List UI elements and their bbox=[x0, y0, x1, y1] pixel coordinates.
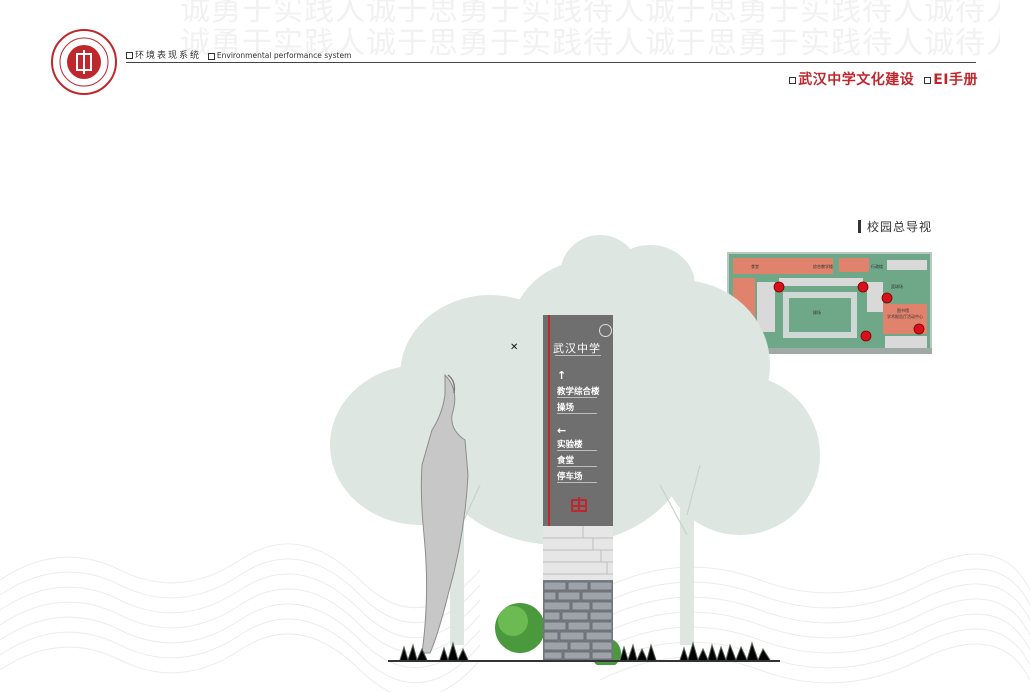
sign-destination: 实验楼 bbox=[557, 440, 583, 450]
arrow-up-icon: ↑ bbox=[557, 369, 567, 382]
map-label-hall: 学术报告厅活动中心 bbox=[887, 313, 923, 319]
manual-title-suffix: EI手册 bbox=[933, 72, 978, 88]
sign-destination-en bbox=[557, 397, 597, 398]
sign-destination: 停车场 bbox=[557, 472, 583, 482]
sign-destination: 操场 bbox=[557, 403, 575, 413]
sign-school-name-en bbox=[555, 355, 601, 356]
background-calligraphy-text: 诚勇于实践人诚于思勇于实践待人诚于思勇于实践待人诚待人诚于思勇于实践待人勇于实践 bbox=[180, 0, 1000, 28]
sign-destination-en bbox=[557, 482, 597, 483]
square-bullet-icon bbox=[126, 52, 133, 59]
sign-destination: 教学综合楼 bbox=[557, 387, 600, 397]
sign-destination-en bbox=[557, 450, 597, 451]
school-mark-icon bbox=[571, 497, 587, 512]
sign-destination-en bbox=[557, 466, 597, 467]
map-marker bbox=[857, 281, 869, 293]
square-bullet-icon bbox=[207, 52, 215, 60]
map-label-admin: 行政楼 bbox=[871, 263, 883, 269]
header-divider bbox=[126, 62, 976, 63]
wayfinding-signpost: 武汉中学 ↑ 教学综合楼 操场 ← 实验楼 食堂 停车场 bbox=[543, 315, 613, 526]
cross-marker-icon: ✕ bbox=[510, 342, 519, 353]
section-marker-icon bbox=[858, 220, 861, 233]
sign-destination: 食堂 bbox=[557, 456, 575, 466]
square-bullet-icon bbox=[924, 76, 932, 84]
signpost-base-steps bbox=[543, 526, 613, 580]
section-title-text: 校园总导视 bbox=[867, 220, 933, 234]
manual-title-main: 武汉中学文化建设 bbox=[798, 72, 915, 88]
system-label-cn: 环境表现系统 bbox=[135, 51, 202, 61]
square-bullet-icon bbox=[789, 76, 797, 84]
manual-title: 武汉中学文化建设 EI手册 bbox=[789, 69, 978, 89]
sign-school-name: 武汉中学 bbox=[553, 342, 601, 355]
map-marker bbox=[881, 292, 893, 304]
map-label-court: 篮球场 bbox=[891, 283, 903, 289]
map-label-library: 图书馆 bbox=[897, 307, 909, 313]
system-label-en: Environmental performance system bbox=[216, 51, 352, 60]
sign-destination-en bbox=[557, 413, 597, 414]
arrow-left-icon: ← bbox=[557, 424, 567, 437]
sign-accent-line bbox=[548, 315, 550, 526]
section-title: 校园总导视 bbox=[858, 218, 932, 235]
header-system-label: 环境表现系统 Environmental performance system bbox=[126, 48, 351, 61]
map-marker bbox=[860, 330, 872, 342]
school-logo bbox=[51, 29, 117, 95]
signpost-stone-base bbox=[543, 580, 613, 660]
ground-line bbox=[388, 660, 780, 662]
map-marker bbox=[913, 323, 925, 335]
sign-emblem-icon bbox=[599, 324, 612, 337]
